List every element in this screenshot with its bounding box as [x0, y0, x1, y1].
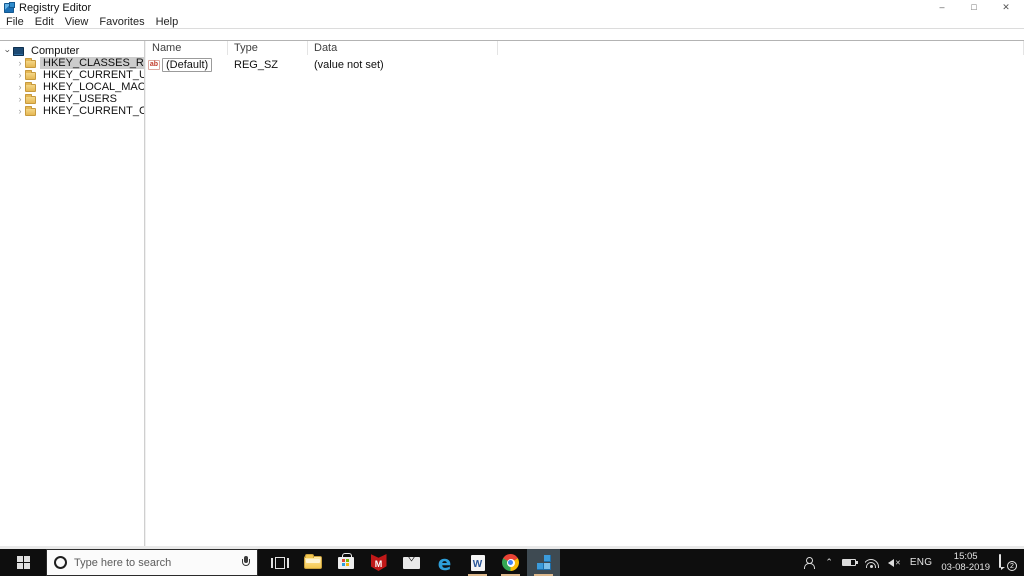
tree-item-label[interactable]: HKEY_CURRENT_USER	[40, 69, 144, 81]
window-title: Registry Editor	[19, 1, 92, 14]
registry-editor-icon	[536, 554, 552, 571]
address-bar[interactable]	[0, 29, 1024, 41]
taskbar-apps: M e W	[263, 549, 560, 576]
file-explorer-button[interactable]	[296, 549, 329, 576]
mail-button[interactable]	[395, 549, 428, 576]
notification-icon	[999, 554, 1001, 568]
folder-icon	[25, 81, 36, 92]
tree-item-hkey-classes-root[interactable]: › HKEY_CLASSES_ROOT	[0, 57, 144, 69]
column-header-type[interactable]: Type	[228, 41, 308, 55]
column-header-data[interactable]: Data	[308, 41, 498, 55]
value-data: (value not set)	[314, 59, 384, 71]
word-icon: W	[470, 554, 485, 571]
search-input[interactable]	[74, 556, 242, 569]
window-content: › Computer › HKEY_CLASSES_ROOT › HKEY_CU…	[0, 41, 1024, 549]
notification-badge: 2	[1007, 561, 1017, 571]
menu-view[interactable]: View	[65, 16, 89, 28]
value-type: REG_SZ	[234, 59, 279, 71]
registry-tree-panel[interactable]: › Computer › HKEY_CLASSES_ROOT › HKEY_CU…	[0, 41, 145, 546]
microphone-icon[interactable]	[242, 556, 250, 569]
value-name[interactable]: (Default)	[162, 58, 213, 72]
tree-item-hkey-current-user[interactable]: › HKEY_CURRENT_USER	[0, 69, 145, 81]
folder-icon	[25, 57, 36, 68]
value-name-cell[interactable]: ab (Default)	[146, 58, 228, 72]
chevron-collapsed-icon[interactable]: ›	[15, 70, 25, 80]
tree-item-label[interactable]: HKEY_LOCAL_MACHINE	[40, 81, 144, 93]
folder-icon	[25, 105, 36, 116]
file-explorer-icon	[303, 554, 322, 569]
folder-icon	[25, 93, 36, 104]
action-center-button[interactable]: 2	[999, 554, 1017, 571]
microsoft-store-icon	[337, 552, 354, 569]
close-button[interactable]: ✕	[990, 0, 1022, 15]
values-list-panel[interactable]: Name Type Data ab (Default) REG_SZ (valu…	[145, 41, 1024, 546]
system-tray: ⌃ ✕ ENG 15:05 03-08-2019 2	[804, 549, 1024, 576]
battery-icon[interactable]	[841, 559, 858, 566]
taskbar-search[interactable]	[46, 549, 258, 576]
minimize-button[interactable]: –	[926, 0, 958, 15]
menu-favorites[interactable]: Favorites	[99, 16, 144, 28]
task-view-icon	[270, 556, 289, 569]
registry-editor-taskbar-button[interactable]	[527, 549, 560, 576]
computer-icon	[13, 46, 24, 56]
tree-item-label-selected[interactable]: HKEY_CLASSES_ROOT	[40, 57, 144, 69]
chevron-collapsed-icon[interactable]: ›	[15, 58, 25, 68]
chevron-expanded-icon[interactable]: ›	[3, 46, 13, 56]
menu-file[interactable]: File	[6, 16, 24, 28]
taskbar: M e W ⌃ ✕	[0, 549, 1024, 576]
menu-help[interactable]: Help	[156, 16, 179, 28]
mcafee-shield-icon: M	[370, 554, 387, 571]
microsoft-store-button[interactable]	[329, 549, 362, 576]
maximize-button[interactable]: □	[958, 0, 990, 15]
column-header-spacer	[498, 41, 1024, 55]
tray-time: 15:05	[953, 551, 978, 562]
mail-envelope-icon	[403, 556, 420, 569]
chevron-collapsed-icon[interactable]: ›	[15, 82, 25, 92]
menu-bar: File Edit View Favorites Help	[0, 15, 1024, 29]
tree-item-hkey-users[interactable]: › HKEY_USERS	[0, 93, 144, 105]
column-header-name[interactable]: Name	[146, 41, 228, 55]
tree-item-label[interactable]: HKEY_CURRENT_CONFIG	[40, 105, 144, 117]
clock[interactable]: 15:05 03-08-2019	[941, 551, 990, 573]
cortana-icon	[54, 556, 67, 569]
list-header: Name Type Data	[146, 41, 1024, 55]
volume-muted-icon[interactable]: ✕	[887, 558, 901, 567]
chrome-button[interactable]	[494, 549, 527, 576]
screen: Registry Editor – □ ✕ File Edit View Fav…	[0, 0, 1024, 576]
tree-item-hkey-current-config[interactable]: › HKEY_CURRENT_CONFIG	[0, 105, 145, 117]
tree-item-computer[interactable]: › Computer	[0, 45, 144, 57]
people-icon[interactable]	[804, 556, 816, 569]
folder-icon	[25, 69, 36, 80]
chrome-icon	[502, 554, 519, 571]
start-button[interactable]	[0, 549, 46, 576]
tray-date: 03-08-2019	[941, 561, 990, 573]
edge-icon: e	[437, 550, 452, 575]
windows-logo-icon	[16, 556, 30, 569]
chevron-collapsed-icon[interactable]: ›	[15, 94, 25, 104]
task-view-button[interactable]	[263, 549, 296, 576]
registry-editor-window: Registry Editor – □ ✕ File Edit View Fav…	[0, 0, 1024, 549]
window-controls: – □ ✕	[926, 0, 1024, 15]
registry-editor-icon	[4, 1, 15, 13]
table-row[interactable]: ab (Default) REG_SZ (value not set)	[146, 58, 1024, 72]
word-button[interactable]: W	[461, 549, 494, 576]
language-indicator[interactable]: ENG	[910, 557, 933, 568]
show-hidden-icons-chevron[interactable]: ⌃	[825, 557, 833, 568]
string-value-icon: ab	[148, 60, 160, 70]
tree-item-label[interactable]: Computer	[28, 45, 82, 57]
mcafee-button[interactable]: M	[362, 549, 395, 576]
tree-item-hkey-local-machine[interactable]: › HKEY_LOCAL_MACHINE	[0, 81, 145, 93]
chevron-collapsed-icon[interactable]: ›	[15, 106, 25, 116]
wifi-icon[interactable]	[864, 558, 879, 568]
tree-item-label[interactable]: HKEY_USERS	[40, 93, 120, 105]
titlebar[interactable]: Registry Editor – □ ✕	[0, 0, 1024, 15]
menu-edit[interactable]: Edit	[35, 16, 54, 28]
edge-button[interactable]: e	[428, 549, 461, 576]
